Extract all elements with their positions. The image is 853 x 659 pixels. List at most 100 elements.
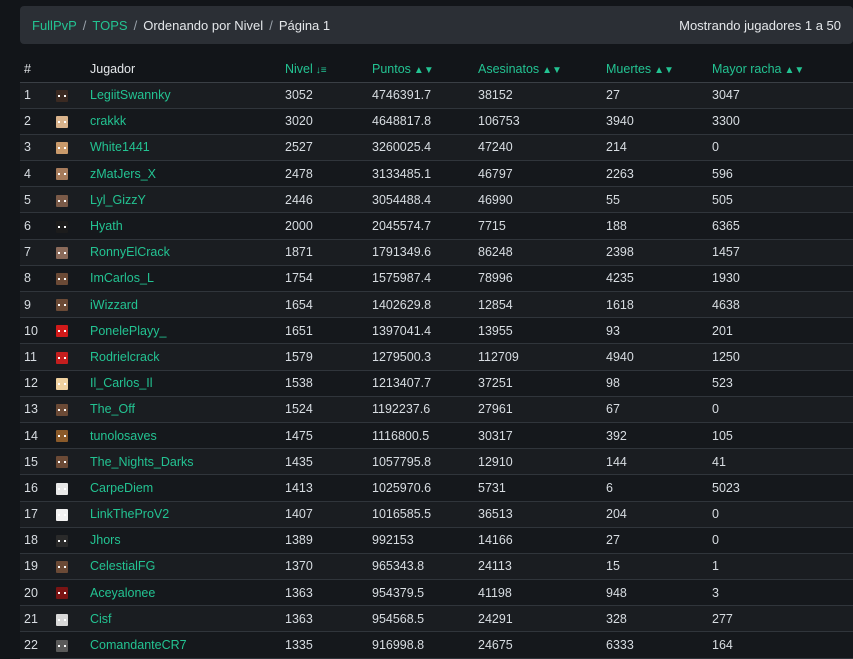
player-link[interactable]: crakkk	[90, 114, 126, 128]
player-link[interactable]: Cisf	[90, 612, 112, 626]
player-link[interactable]: CarpeDiem	[90, 481, 153, 495]
player-link[interactable]: Jhors	[90, 533, 121, 547]
breadcrumb-separator: /	[82, 17, 87, 33]
header-kills[interactable]: Asesinatos ▲▼	[474, 56, 602, 83]
cell-rank: 11	[24, 349, 37, 364]
cell-level: 1654	[285, 297, 313, 312]
sort-icon: ▲▼	[413, 64, 434, 76]
table-row: 14 tunolosaves 1475 1116800.5 30317 392 105	[20, 422, 853, 449]
player-link[interactable]: PonelePlayy_	[90, 324, 166, 338]
cell-rank: 3	[24, 140, 31, 155]
player-link[interactable]: tunolosaves	[90, 429, 157, 443]
cell-points: 1575987.4	[372, 271, 432, 286]
table-row: 17 LinkTheProV2 1407 1016585.5 36513 204 0	[20, 501, 853, 528]
cell-level: 1754	[285, 271, 313, 286]
cell-kills: 86248	[478, 245, 513, 260]
cell-points: 1057795.8	[372, 454, 432, 469]
cell-level: 1335	[285, 638, 313, 653]
cell-kills: 27961	[478, 402, 513, 417]
cell-rank: 21	[24, 611, 38, 626]
cell-points: 3054488.4	[372, 192, 432, 207]
header-level[interactable]: Nivel ↓≡	[281, 56, 368, 83]
cell-points: 1025970.6	[372, 480, 432, 495]
player-link[interactable]: ComandanteCR7	[90, 638, 187, 652]
header-kills-label: Asesinatos	[478, 61, 540, 76]
cell-streak: 596	[712, 166, 733, 181]
breadcrumb-link-fullpvp[interactable]: FullPvP	[32, 18, 77, 33]
table-row: 5 Lyl_GizzY 2446 3054488.4 46990 55 505	[20, 186, 853, 213]
player-link[interactable]: Aceyalonee	[90, 586, 155, 600]
cell-points: 1402629.8	[372, 297, 432, 312]
cell-points: 3133485.1	[372, 166, 432, 181]
cell-rank: 20	[24, 585, 38, 600]
cell-avatar	[52, 501, 86, 527]
players-table-wrap: # Jugador Nivel ↓≡ Puntos ▲▼ Asesinatos ▲▼ …	[20, 56, 853, 659]
cell-player: Lyl_GizzY	[86, 187, 281, 213]
player-link[interactable]: LegiitSwannky	[90, 88, 171, 102]
cell-rank: 10	[24, 323, 38, 338]
cell-points: 4746391.7	[372, 88, 432, 103]
player-link[interactable]: The_Off	[90, 402, 135, 416]
player-link[interactable]: Il_Carlos_Il	[90, 376, 153, 390]
cell-deaths: 3940	[606, 114, 634, 129]
sort-icon: ▲▼	[542, 64, 562, 76]
player-avatar-icon	[56, 482, 68, 495]
cell-deaths: 188	[606, 219, 627, 234]
cell-rank: 15	[24, 454, 38, 469]
cell-points: 4648817.8	[372, 114, 432, 129]
sort-icon: ▲▼	[654, 64, 674, 76]
player-link[interactable]: RonnyElCrack	[90, 245, 170, 259]
header-deaths[interactable]: Muertes ▲▼	[602, 56, 708, 83]
table-row: 7 RonnyElCrack 1871 1791349.6 86248 2398 1457	[20, 239, 853, 266]
cell-streak: 277	[712, 611, 733, 626]
cell-kills: 24675	[478, 638, 513, 653]
cell-points: 1192237.6	[372, 402, 431, 417]
cell-deaths: 2263	[606, 166, 634, 181]
header-player: Jugador	[86, 56, 281, 83]
cell-avatar	[52, 108, 86, 134]
player-link[interactable]: zMatJers_X	[90, 167, 156, 181]
player-link[interactable]: iWizzard	[90, 298, 138, 312]
table-row: 9 iWizzard 1654 1402629.8 12854 1618 4638	[20, 291, 853, 318]
header-points[interactable]: Puntos ▲▼	[368, 56, 474, 83]
player-link[interactable]: Hyath	[90, 219, 123, 233]
player-avatar-icon	[56, 639, 68, 652]
header-streak[interactable]: Mayor racha ▲▼	[708, 56, 853, 83]
cell-player: Rodrielcrack	[86, 344, 281, 370]
cell-rank: 12	[24, 376, 38, 391]
cell-avatar	[52, 344, 86, 370]
cell-kills: 12854	[478, 297, 513, 312]
player-avatar-icon	[56, 246, 68, 259]
player-avatar-icon	[56, 115, 68, 128]
cell-points: 965343.8	[372, 559, 425, 574]
cell-avatar	[52, 449, 86, 475]
player-link[interactable]: Lyl_GizzY	[90, 193, 146, 207]
player-link[interactable]: Rodrielcrack	[90, 350, 159, 364]
cell-rank: 9	[24, 297, 31, 312]
player-avatar-icon	[56, 456, 68, 469]
player-avatar-icon	[56, 273, 68, 286]
breadcrumb-link-tops[interactable]: TOPS	[92, 18, 127, 33]
player-link[interactable]: ImCarlos_L	[90, 271, 154, 285]
cell-streak: 1	[712, 559, 719, 574]
cell-rank: 1	[24, 88, 31, 103]
player-link[interactable]: The_Nights_Darks	[90, 455, 194, 469]
cell-player: LinkTheProV2	[86, 501, 281, 527]
cell-rank: 2	[24, 114, 31, 129]
table-row: 6 Hyath 2000 2045574.7 7715 188 6365	[20, 212, 853, 240]
cell-level: 1413	[285, 480, 313, 495]
cell-kills: 36513	[478, 507, 513, 522]
player-avatar-icon	[56, 220, 68, 233]
showing-count: Mostrando jugadores 1 a 50	[679, 17, 841, 33]
cell-player: tunolosaves	[86, 422, 281, 448]
player-link[interactable]: CelestialFG	[90, 559, 155, 573]
cell-deaths: 2398	[606, 245, 634, 260]
table-row: 15 The_Nights_Darks 1435 1057795.8 12910 144 4…	[20, 448, 853, 475]
cell-level: 3020	[285, 114, 313, 129]
cell-deaths: 214	[606, 140, 627, 155]
cell-streak: 1250	[712, 349, 740, 364]
cell-points: 1016585.5	[372, 507, 432, 522]
player-link[interactable]: LinkTheProV2	[90, 507, 169, 521]
player-link[interactable]: White1441	[90, 140, 150, 154]
player-avatar-icon	[56, 508, 68, 521]
